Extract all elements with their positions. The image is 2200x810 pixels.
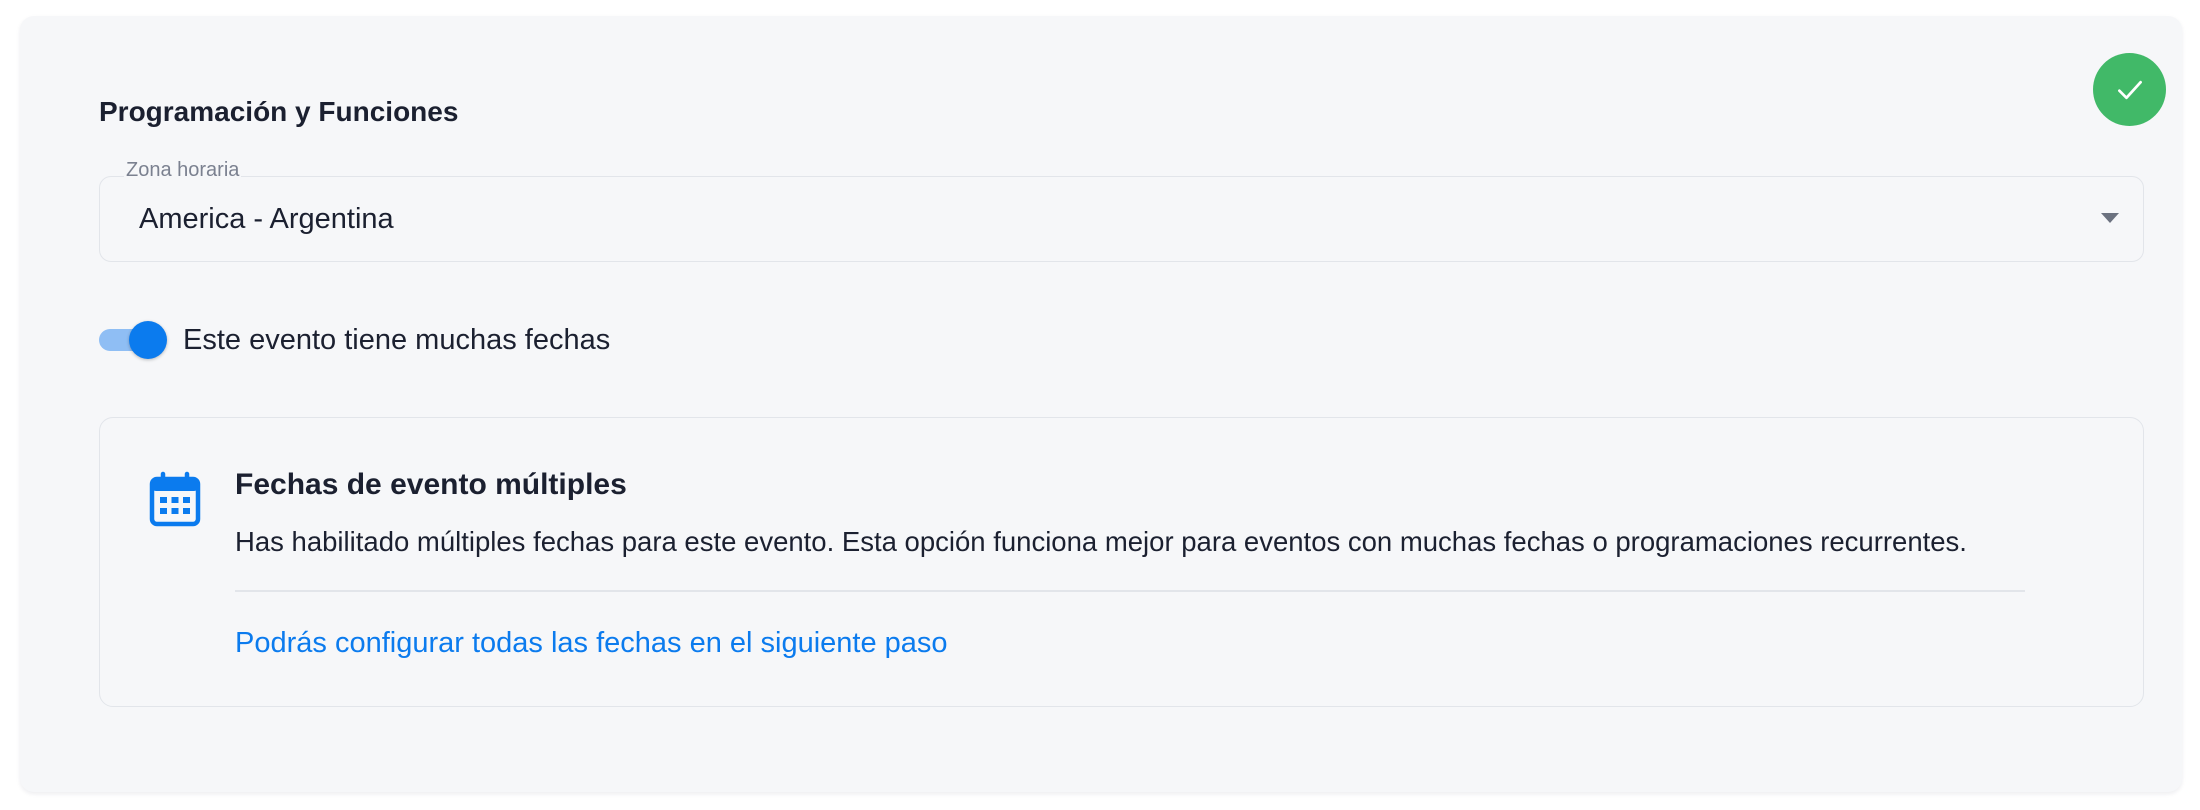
schedule-section-card: Programación y Funciones Zona horaria Am… (20, 16, 2182, 792)
timezone-selected-value: America - Argentina (139, 203, 394, 235)
info-panel-description: Has habilitado múltiples fechas para est… (235, 526, 1967, 557)
calendar-icon (149, 471, 201, 527)
chevron-down-icon[interactable] (2101, 213, 2119, 223)
section-complete-badge (2093, 53, 2166, 126)
toggle-knob[interactable] (129, 321, 167, 359)
configure-dates-next-step-link[interactable]: Podrás configurar todas las fechas en el… (235, 624, 948, 662)
info-panel-divider (235, 590, 2025, 592)
multi-dates-info-panel: Fechas de evento múltiples Has habilitad… (99, 417, 2144, 707)
timezone-select[interactable]: America - Argentina (99, 176, 2144, 262)
check-icon (2117, 80, 2142, 99)
multi-dates-toggle-label[interactable]: Este evento tiene muchas fechas (183, 321, 610, 359)
timezone-label: Zona horaria (124, 158, 242, 182)
multi-dates-toggle[interactable] (99, 321, 167, 359)
section-title: Programación y Funciones (99, 96, 459, 127)
info-panel-title: Fechas de evento múltiples (235, 468, 627, 501)
